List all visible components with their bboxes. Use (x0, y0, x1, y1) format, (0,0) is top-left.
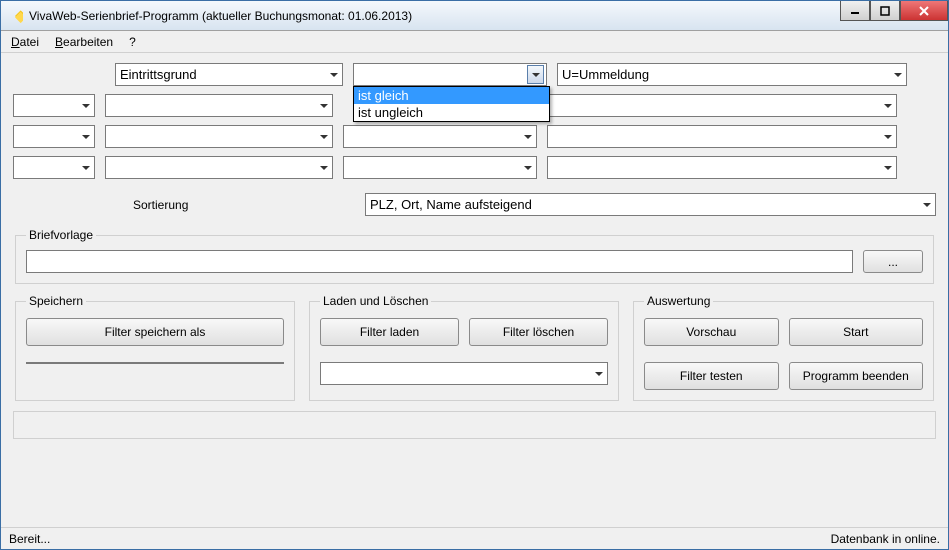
filter-rows: Eintrittsgrund ist gleich ist ungleich U… (13, 63, 936, 179)
filter-save-as-button[interactable]: Filter speichern als (26, 318, 284, 346)
value-combo-0[interactable]: U=Ummeldung (557, 63, 907, 86)
operator-dropdown-list[interactable]: ist gleich ist ungleich (353, 86, 550, 122)
close-button[interactable] (900, 1, 948, 21)
chevron-down-icon (320, 166, 328, 170)
auswertung-legend: Auswertung (644, 294, 713, 308)
titlebar: VivaWeb-Serienbrief-Programm (aktueller … (1, 1, 948, 31)
window-title: VivaWeb-Serienbrief-Programm (aktueller … (29, 9, 412, 23)
chevron-down-icon (82, 166, 90, 170)
chevron-down-icon (532, 73, 540, 77)
statusbar: Bereit... Datenbank in online. (1, 527, 948, 549)
laden-loeschen-legend: Laden und Löschen (320, 294, 431, 308)
chevron-down-icon (884, 135, 892, 139)
minimize-button[interactable] (840, 1, 870, 21)
filter-row-2 (13, 125, 936, 148)
filter-row-3 (13, 156, 936, 179)
connector-combo-1[interactable] (13, 94, 95, 117)
sort-row: Sortierung PLZ, Ort, Name aufsteigend (13, 193, 936, 216)
field-combo-0-value: Eintrittsgrund (120, 67, 197, 82)
field-combo-3[interactable] (105, 156, 333, 179)
field-combo-0[interactable]: Eintrittsgrund (115, 63, 343, 86)
briefvorlage-group: Briefvorlage ... (15, 228, 934, 284)
start-button[interactable]: Start (789, 318, 924, 346)
app-window: VivaWeb-Serienbrief-Programm (aktueller … (0, 0, 949, 550)
chevron-down-icon (884, 166, 892, 170)
operator-combo-3[interactable] (343, 156, 537, 179)
filter-delete-button[interactable]: Filter löschen (469, 318, 608, 346)
status-right: Datenbank in online. (831, 532, 940, 546)
sort-combo-value: PLZ, Ort, Name aufsteigend (370, 197, 532, 212)
chevron-down-icon (82, 104, 90, 108)
window-controls (840, 1, 948, 21)
app-icon (7, 8, 23, 24)
chevron-down-icon (82, 135, 90, 139)
status-left: Bereit... (9, 532, 50, 546)
exit-button[interactable]: Programm beenden (789, 362, 924, 390)
field-combo-2[interactable] (105, 125, 333, 148)
chevron-down-icon (923, 203, 931, 207)
speichern-legend: Speichern (26, 294, 86, 308)
speichern-group: Speichern Filter speichern als (15, 294, 295, 401)
operator-option-0[interactable]: ist gleich (354, 87, 549, 104)
chevron-down-icon (894, 73, 902, 77)
laden-loeschen-group: Laden und Löschen Filter laden Filter lö… (309, 294, 619, 401)
auswertung-group: Auswertung Vorschau Start Filter testen … (633, 294, 934, 401)
field-combo-1[interactable] (105, 94, 333, 117)
menu-help[interactable]: ? (129, 35, 136, 49)
menubar: Datei Bearbeiten ? (1, 31, 948, 53)
chevron-down-icon (320, 135, 328, 139)
preview-button[interactable]: Vorschau (644, 318, 779, 346)
briefvorlage-path-input[interactable] (26, 250, 853, 273)
chevron-down-icon (884, 104, 892, 108)
spacer-panel (13, 411, 936, 439)
sort-combo[interactable]: PLZ, Ort, Name aufsteigend (365, 193, 936, 216)
operator-combo-0-button[interactable] (527, 65, 544, 84)
filter-name-input[interactable] (26, 362, 284, 364)
maximize-button[interactable] (870, 1, 900, 21)
bottom-groups: Speichern Filter speichern als Laden und… (13, 294, 936, 401)
filter-row-0: Eintrittsgrund ist gleich ist ungleich U… (13, 63, 936, 86)
chevron-down-icon (524, 135, 532, 139)
connector-combo-3[interactable] (13, 156, 95, 179)
sort-label: Sortierung (13, 198, 365, 212)
value-combo-0-value: U=Ummeldung (562, 67, 649, 82)
value-combo-1[interactable] (547, 94, 897, 117)
operator-combo-0[interactable]: ist gleich ist ungleich (353, 63, 547, 86)
menu-datei[interactable]: Datei (11, 35, 39, 49)
menu-bearbeiten[interactable]: Bearbeiten (55, 35, 113, 49)
operator-option-1[interactable]: ist ungleich (354, 104, 549, 121)
connector-combo-2[interactable] (13, 125, 95, 148)
chevron-down-icon (524, 166, 532, 170)
browse-button[interactable]: ... (863, 250, 923, 273)
filter-load-button[interactable]: Filter laden (320, 318, 459, 346)
filter-test-button[interactable]: Filter testen (644, 362, 779, 390)
value-combo-3[interactable] (547, 156, 897, 179)
chevron-down-icon (330, 73, 338, 77)
operator-combo-2[interactable] (343, 125, 537, 148)
briefvorlage-legend: Briefvorlage (26, 228, 96, 242)
content-area: Eintrittsgrund ist gleich ist ungleich U… (1, 53, 948, 527)
chevron-down-icon (595, 372, 603, 376)
filter-select-combo[interactable] (320, 362, 608, 385)
chevron-down-icon (320, 104, 328, 108)
value-combo-2[interactable] (547, 125, 897, 148)
